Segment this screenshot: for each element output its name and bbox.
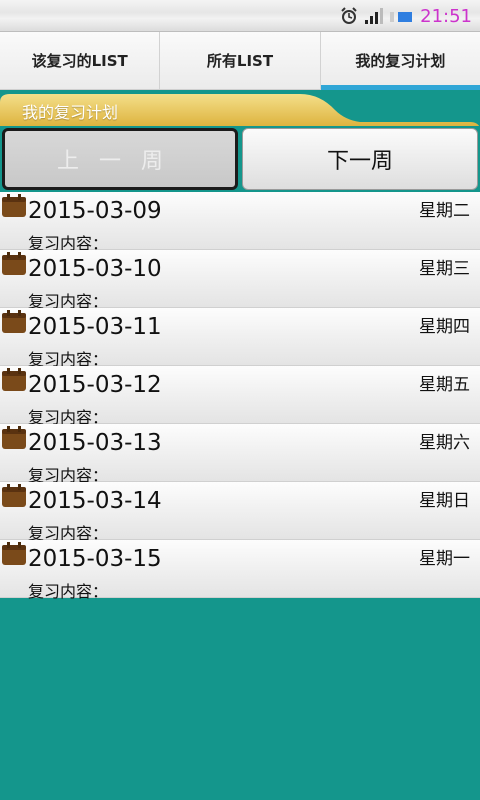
list-item[interactable]: 2015-03-14 星期日 复习内容： [0, 482, 480, 543]
list-item[interactable]: 2015-03-12 星期五 复习内容： [0, 366, 480, 427]
calendar-icon [1, 309, 27, 335]
alarm-icon [340, 7, 358, 25]
plan-weekday: 星期日 [419, 491, 470, 511]
status-bar: 21:51 [0, 0, 480, 32]
battery-icon [390, 9, 414, 23]
tab-label: 该复习的LIST [31, 52, 128, 70]
review-plan-list: 2015-03-09 星期二 复习内容： 2015-03-10 星期三 复习内容… [0, 192, 480, 601]
section-title: 我的复习计划 [22, 103, 119, 122]
previous-week-button[interactable]: 上一周 [2, 128, 238, 190]
status-icons: 21:51 [340, 4, 472, 28]
previous-week-label: 上一周 [56, 149, 183, 174]
status-time: 21:51 [420, 5, 472, 27]
calendar-icon [1, 367, 27, 393]
plan-weekday: 星期六 [419, 433, 470, 453]
plan-date: 2015-03-15 [28, 546, 162, 572]
plan-date: 2015-03-11 [28, 314, 162, 340]
next-week-button[interactable]: 下一周 [242, 128, 478, 190]
tab-all-list[interactable]: 所有LIST [160, 32, 321, 89]
plan-content-label: 复习内容： [28, 582, 109, 601]
tab-bar: 该复习的LIST 所有LIST 我的复习计划 [0, 32, 480, 90]
calendar-icon [1, 425, 27, 451]
list-item[interactable]: 2015-03-13 星期六 复习内容： [0, 424, 480, 485]
plan-date: 2015-03-12 [28, 372, 162, 398]
calendar-icon [1, 251, 27, 277]
list-item[interactable]: 2015-03-10 星期三 复习内容： [0, 250, 480, 311]
tab-label: 我的复习计划 [355, 52, 446, 70]
calendar-icon [1, 483, 27, 509]
plan-date: 2015-03-09 [28, 198, 162, 224]
plan-weekday: 星期四 [419, 317, 470, 337]
list-item[interactable]: 2015-03-15 星期一 复习内容： [0, 540, 480, 601]
list-item[interactable]: 2015-03-11 星期四 复习内容： [0, 308, 480, 369]
tab-label: 所有LIST [206, 52, 274, 70]
tab-review-list[interactable]: 该复习的LIST [0, 32, 161, 89]
plan-date: 2015-03-13 [28, 430, 162, 456]
next-week-label: 下一周 [326, 149, 393, 174]
calendar-icon [1, 193, 27, 219]
plan-weekday: 星期五 [419, 375, 470, 395]
week-navigation: 上一周 下一周 [0, 126, 480, 192]
calendar-icon [1, 541, 27, 567]
list-item[interactable]: 2015-03-09 星期二 复习内容： [0, 192, 480, 253]
plan-weekday: 星期一 [419, 549, 470, 569]
signal-icon [364, 8, 384, 24]
tab-my-review-plan[interactable]: 我的复习计划 [320, 32, 480, 90]
section-header: 我的复习计划 [0, 92, 480, 128]
plan-weekday: 星期二 [419, 201, 470, 221]
plan-weekday: 星期三 [419, 259, 470, 279]
plan-date: 2015-03-10 [28, 256, 162, 282]
plan-date: 2015-03-14 [28, 488, 162, 514]
